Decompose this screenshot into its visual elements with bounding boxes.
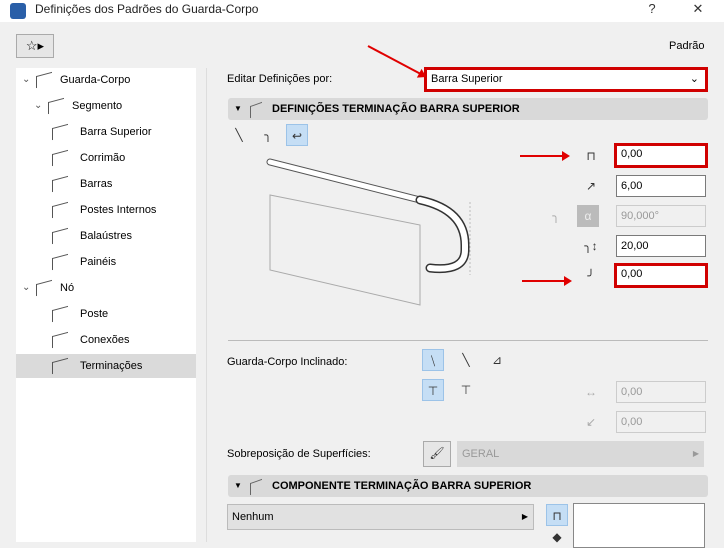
chevron-down-icon[interactable]: ⌄ bbox=[22, 276, 30, 300]
tree-item-icon bbox=[52, 357, 68, 375]
tree-item[interactable]: Conexões bbox=[16, 328, 196, 352]
surface-select[interactable]: GERAL ▶ bbox=[457, 441, 704, 467]
inclined-label: Guarda-Corpo Inclinado: bbox=[227, 356, 348, 368]
divider bbox=[228, 340, 708, 341]
tree-item-label: Balaústres bbox=[80, 230, 132, 242]
edit-by-label: Editar Definições por: bbox=[227, 73, 333, 85]
annotation-arrow bbox=[522, 276, 572, 286]
bottom-extension-input[interactable]: 0,00 bbox=[614, 263, 708, 288]
tree-item-icon bbox=[52, 331, 68, 349]
title-bar: Definições dos Padrões do Guarda-Corpo ?… bbox=[0, 0, 724, 22]
inclined-option-2[interactable]: ╲ bbox=[455, 349, 477, 371]
tree-item[interactable]: Postes Internos bbox=[16, 198, 196, 222]
inclined-field-1[interactable]: 0,00 bbox=[616, 381, 706, 403]
corner-icon: ╮ bbox=[552, 209, 560, 223]
section-header-termination[interactable]: ▼ DEFINIÇÕES TERMINAÇÃO BARRA SUPERIOR bbox=[228, 98, 708, 120]
termination-preview bbox=[266, 158, 471, 306]
close-button[interactable]: ✕ bbox=[678, 0, 718, 18]
favorites-label: Padrão bbox=[669, 40, 705, 52]
tree-item-icon bbox=[52, 253, 68, 271]
rail-icon bbox=[250, 478, 262, 496]
component-preview bbox=[573, 503, 705, 548]
tree-item[interactable]: ⌄ Nó bbox=[16, 276, 196, 300]
stair-option-2[interactable]: ⊤ bbox=[455, 379, 477, 401]
tree-item[interactable]: ⌄ Segmento bbox=[16, 94, 196, 118]
tree-item-label: Poste bbox=[80, 308, 109, 320]
height-icon: ╮↕ bbox=[584, 239, 598, 253]
tree-item-icon bbox=[52, 123, 68, 141]
help-button[interactable]: ? bbox=[632, 0, 672, 18]
tree-item-label: Barra Superior bbox=[80, 126, 152, 138]
extension-input[interactable]: 0,00 bbox=[614, 143, 708, 168]
paintbrush-icon[interactable]: 🖌 bbox=[423, 441, 451, 467]
tree-item-icon bbox=[36, 279, 52, 297]
angle-button[interactable]: α bbox=[577, 205, 599, 227]
tree-item-icon bbox=[48, 97, 64, 115]
edit-by-select[interactable]: Barra Superior ⌄ bbox=[424, 67, 708, 92]
tree-item[interactable]: Barras bbox=[16, 172, 196, 196]
inclined-field-2[interactable]: 0,00 bbox=[616, 411, 706, 433]
tree-item-icon bbox=[52, 175, 68, 193]
angle-input[interactable]: 90,000° bbox=[616, 205, 706, 227]
section-header-component[interactable]: ▼ COMPONENTE TERMINAÇÃO BARRA SUPERIOR bbox=[228, 475, 708, 497]
inclined-ext-icon: ↔ bbox=[585, 385, 597, 399]
tree-item-label: Terminações bbox=[80, 360, 143, 372]
tree-item-icon bbox=[52, 227, 68, 245]
3d-view-button[interactable]: ◆ bbox=[546, 526, 568, 548]
chevron-down-icon[interactable]: ⌄ bbox=[34, 94, 42, 118]
bottom-extension-icon: ╯ bbox=[587, 269, 595, 283]
collapse-icon: ▼ bbox=[234, 104, 242, 113]
inclined-radius-icon: ↙ bbox=[585, 415, 597, 429]
end-bent-button[interactable]: ╮ bbox=[257, 124, 279, 146]
app-icon bbox=[10, 3, 26, 19]
tree-item-label: Painéis bbox=[80, 256, 117, 268]
chevron-right-icon: ▶ bbox=[521, 512, 528, 521]
tree-item[interactable]: Corrimão bbox=[16, 146, 196, 170]
tree-item-icon bbox=[52, 305, 68, 323]
tree-item[interactable]: Poste bbox=[16, 302, 196, 326]
plan-view-button[interactable]: ⊓ bbox=[546, 504, 568, 526]
window-title: Definições dos Padrões do Guarda-Corpo bbox=[35, 2, 259, 16]
star-icon: ☆▸ bbox=[25, 38, 45, 53]
end-straight-button[interactable]: ╲ bbox=[228, 124, 250, 146]
tree-item-label: Barras bbox=[80, 178, 113, 190]
tree-item-icon bbox=[52, 149, 68, 167]
tree-item[interactable]: Barra Superior bbox=[16, 120, 196, 144]
tree-item[interactable]: Balaústres bbox=[16, 224, 196, 248]
chevron-right-icon: ▶ bbox=[692, 449, 699, 458]
inclined-option-1[interactable]: ⧹ bbox=[422, 349, 444, 371]
collapse-icon: ▼ bbox=[234, 481, 242, 490]
tree-item-label: Segmento bbox=[72, 100, 123, 112]
settings-tree[interactable]: ⌄ Guarda-Corpo ⌄ Segmento Barra Superior Corr… bbox=[16, 68, 196, 542]
extension-icon: ⊓ bbox=[586, 149, 596, 163]
tree-item-label: Postes Internos bbox=[80, 204, 157, 216]
component-select[interactable]: Nenhum ▶ bbox=[227, 504, 534, 530]
tree-item[interactable]: ⌄ Guarda-Corpo bbox=[16, 68, 196, 92]
surface-label: Sobreposição de Superfícies: bbox=[227, 448, 371, 460]
tree-item-icon bbox=[36, 71, 52, 89]
tree-item[interactable]: Terminações bbox=[16, 354, 196, 378]
rail-icon bbox=[250, 101, 262, 119]
end-hook-button[interactable]: ↩ bbox=[286, 124, 308, 146]
edit-by-value: Barra Superior bbox=[431, 73, 503, 85]
chevron-down-icon: ⌄ bbox=[689, 73, 699, 85]
tree-item-label: Conexões bbox=[80, 334, 130, 346]
radius-icon: ↗ bbox=[585, 179, 597, 193]
tree-item[interactable]: Painéis bbox=[16, 250, 196, 274]
tree-item-label: Guarda-Corpo bbox=[60, 74, 131, 86]
tree-item-icon bbox=[52, 201, 68, 219]
inclined-option-3[interactable]: ⊿ bbox=[486, 349, 508, 371]
stair-option-1[interactable]: ⊤ bbox=[422, 379, 444, 401]
tree-item-label: Corrimão bbox=[80, 152, 126, 164]
favorites-button[interactable]: ☆▸ bbox=[16, 34, 54, 58]
radius-input[interactable]: 6,00 bbox=[616, 175, 706, 197]
tree-item-label: Nó bbox=[60, 282, 75, 294]
height-input[interactable]: 20,00 bbox=[616, 235, 706, 257]
chevron-down-icon[interactable]: ⌄ bbox=[22, 68, 30, 92]
annotation-arrow bbox=[520, 151, 570, 161]
